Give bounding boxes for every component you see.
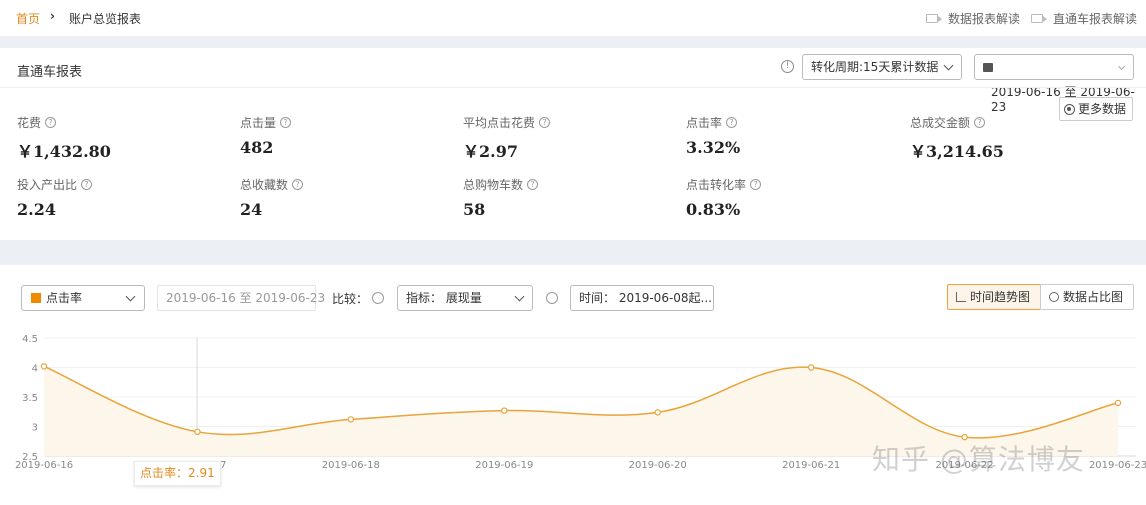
time-select-value: 时间： 2019-06-08起...	[579, 291, 712, 305]
ztc-guide-link[interactable]: 直通车报表解读	[1031, 10, 1137, 27]
time-select[interactable]: 时间： 2019-06-08起...	[570, 285, 714, 311]
section-gap	[0, 240, 1146, 265]
conversion-period-value: 转化周期:15天累计数据	[811, 60, 939, 74]
metric-value: ￥3,214.65	[910, 142, 1004, 161]
help-icon[interactable]: ?	[726, 117, 738, 128]
compare-time-radio[interactable]	[546, 292, 558, 304]
info-icon[interactable]: !	[781, 60, 794, 73]
chevron-down-icon	[514, 291, 525, 302]
report-guide-link[interactable]: 数据报表解读	[926, 10, 1020, 27]
chart-metric-select[interactable]: 点击率	[21, 285, 145, 311]
metric-roi: 投入产出比? 2.24	[17, 176, 93, 219]
metric-value: ￥2.97	[463, 142, 518, 161]
divider	[0, 87, 1146, 88]
more-data-button[interactable]: 更多数据	[1059, 97, 1133, 121]
help-icon[interactable]: ?	[45, 117, 57, 128]
help-icon[interactable]: ?	[280, 117, 292, 128]
metric-label: 总收藏数	[240, 178, 289, 192]
metric-ctr: 点击率? 3.32%	[686, 114, 740, 157]
report-title: 直通车报表	[17, 65, 83, 80]
metric-spend: 花费? ￥1,432.80	[17, 114, 111, 162]
video-icon	[1031, 14, 1047, 23]
compare-label: 比较：	[332, 292, 369, 306]
metric-gmv: 总成交金额? ￥3,214.65	[910, 114, 1004, 162]
pie-chart-icon	[1049, 292, 1059, 302]
help-icon[interactable]: ?	[292, 179, 304, 190]
breadcrumb-home-link[interactable]: 首页	[16, 10, 40, 27]
trend-chart-button[interactable]: 时间趋势图	[947, 284, 1041, 310]
metric-label: 点击转化率	[686, 178, 747, 192]
metric-value: 24	[240, 200, 263, 219]
metric-label: 平均点击花费	[463, 116, 536, 130]
help-icon[interactable]: ?	[974, 117, 986, 128]
breadcrumb: 首页 › 账户总览报表 数据报表解读 直通车报表解读	[0, 0, 1146, 36]
chart-date-range: 2019-06-16 至 2019-06-23	[157, 285, 325, 311]
metric-value: 482	[240, 138, 274, 157]
metric-carts: 总购物车数? 58	[463, 176, 539, 219]
help-icon[interactable]: ?	[750, 179, 762, 190]
indicator-select[interactable]: 指标： 展现量	[397, 285, 533, 311]
metric-value: 3.32%	[686, 138, 741, 157]
gear-icon	[1064, 103, 1075, 115]
share-chart-label: 数据占比图	[1063, 290, 1124, 304]
metric-label: 点击量	[240, 116, 277, 130]
metric-cvr: 点击转化率? 0.83%	[686, 176, 762, 219]
metric-avg-cpc: 平均点击花费? ￥2.97	[463, 114, 551, 162]
chart-metric-value: 点击率	[46, 291, 83, 305]
metric-value: 2.24	[17, 200, 56, 219]
chevron-right-icon: ›	[50, 9, 55, 23]
metric-label: 投入产出比	[17, 178, 78, 192]
metric-label: 点击率	[686, 116, 723, 130]
ztc-guide-label: 直通车报表解读	[1053, 12, 1138, 26]
share-chart-button[interactable]: 数据占比图	[1040, 284, 1134, 310]
indicator-select-value: 指标： 展现量	[406, 291, 482, 305]
metric-value: 0.83%	[686, 200, 741, 219]
chevron-down-icon	[125, 291, 136, 302]
chevron-down-icon	[1117, 62, 1126, 71]
breadcrumb-current: 账户总览报表	[69, 12, 142, 26]
help-icon[interactable]: ?	[81, 179, 93, 190]
more-data-label: 更多数据	[1078, 102, 1127, 116]
metric-value: 58	[463, 200, 486, 219]
video-icon	[926, 14, 942, 23]
chart-tooltip: 点击率：2.91	[134, 461, 221, 486]
metric-favorites: 总收藏数? 24	[240, 176, 304, 219]
metric-value: ￥1,432.80	[17, 142, 111, 161]
metric-label: 花费	[17, 116, 42, 130]
metric-label: 总购物车数	[463, 178, 524, 192]
compare-indicator-radio[interactable]	[372, 292, 384, 304]
section-gap	[0, 36, 1146, 48]
series-swatch	[31, 293, 41, 303]
line-chart-icon	[956, 292, 966, 302]
conversion-period-select[interactable]: 转化周期:15天累计数据	[802, 54, 962, 80]
report-guide-label: 数据报表解读	[948, 12, 1021, 26]
report-panel: 直通车报表 ! 转化周期:15天累计数据 2019-06-16 至 2019-0…	[0, 48, 1146, 240]
date-picker-select[interactable]	[974, 54, 1134, 80]
watermark: 知乎 @算法博友	[872, 443, 1085, 476]
help-icon[interactable]: ?	[527, 179, 539, 190]
chevron-down-icon	[943, 60, 954, 71]
trend-chart-label: 时间趋势图	[970, 290, 1031, 304]
help-icon[interactable]: ?	[539, 117, 551, 128]
metric-label: 总成交金额	[910, 116, 971, 130]
calendar-icon	[983, 63, 993, 72]
metric-clicks: 点击量? 482	[240, 114, 292, 157]
